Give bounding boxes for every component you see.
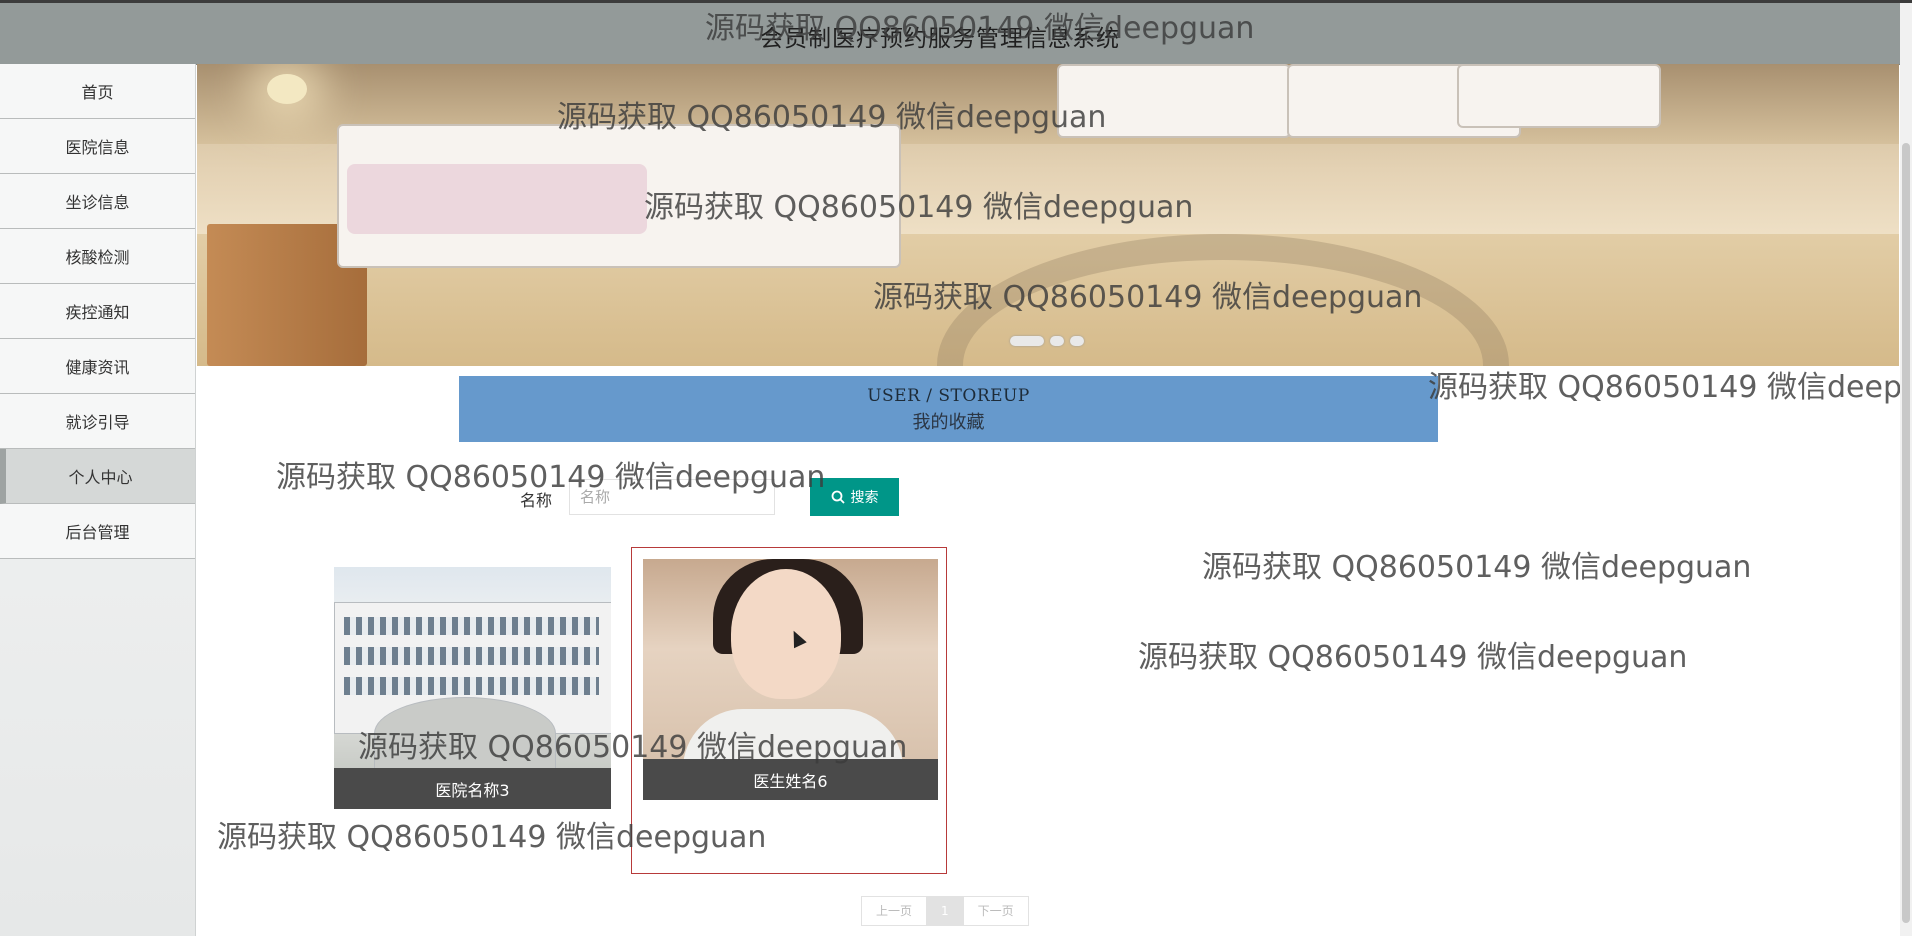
sidebar-item-hospital-info[interactable]: 医院信息: [0, 119, 195, 174]
search-button-label: 搜索: [850, 489, 879, 505]
section-title-bar: USER / STOREUP 我的收藏: [459, 376, 1438, 442]
hero-banner-carousel[interactable]: [197, 64, 1899, 366]
card-caption: 医院名称3: [334, 768, 611, 809]
watermark-text: 源码获取 QQ86050149 微信deepguan: [1138, 640, 1688, 675]
site-title: 会员制医疗预约服务管理信息系统: [760, 26, 1120, 52]
carousel-dot-1[interactable]: [1010, 336, 1044, 346]
watermark-text: 源码获取 QQ86050149 微信deepguan: [1428, 370, 1900, 405]
site-header: 会员制医疗预约服务管理信息系统: [0, 3, 1900, 65]
hospital-windows: [344, 647, 599, 665]
sidebar-item-nucleic-test[interactable]: 核酸检测: [0, 229, 195, 284]
doctor-coat: [683, 709, 903, 759]
hospital-entrance: [374, 697, 556, 768]
sidebar-item-personal-center[interactable]: 个人中心: [0, 449, 195, 504]
carousel-indicators: [1010, 336, 1084, 346]
sidebar-nav: 首页 医院信息 坐诊信息 核酸检测 疾控通知 健康资讯 就诊引导 个人中心 后台…: [0, 64, 196, 936]
favorite-card[interactable]: 医院名称3: [334, 567, 611, 809]
favorite-card[interactable]: 医生姓名6: [631, 547, 947, 874]
search-input[interactable]: [569, 479, 775, 515]
sidebar-item-admin[interactable]: 后台管理: [0, 504, 195, 559]
search-label: 名称: [520, 491, 553, 510]
scrollbar-thumb[interactable]: [1902, 143, 1910, 923]
sidebar-item-visit-guide[interactable]: 就诊引导: [0, 394, 195, 449]
sidebar-item-home[interactable]: 首页: [0, 64, 195, 119]
section-title-cn: 我的收藏: [912, 412, 985, 433]
page-scrollbar[interactable]: [1900, 3, 1912, 936]
banner-hospital-bed-4: [1457, 64, 1661, 128]
sidebar-item-cdc-notice[interactable]: 疾控通知: [0, 284, 195, 339]
section-title-en: USER / STOREUP: [867, 386, 1030, 406]
sidebar-item-clinic-schedule[interactable]: 坐诊信息: [0, 174, 195, 229]
hospital-photo: [334, 567, 611, 768]
pagination: 上一页 1 下一页: [861, 896, 1029, 926]
hospital-windows: [344, 617, 599, 635]
carousel-dot-2[interactable]: [1050, 336, 1064, 346]
doctor-photo: [643, 559, 938, 759]
search-button[interactable]: 搜索: [810, 478, 899, 516]
page-number[interactable]: 1: [926, 896, 964, 926]
sidebar-item-health-news[interactable]: 健康资讯: [0, 339, 195, 394]
next-page-button[interactable]: 下一页: [962, 896, 1029, 926]
prev-page-button[interactable]: 上一页: [861, 896, 928, 926]
doctor-face: [731, 569, 841, 699]
search-icon: [831, 490, 845, 504]
card-caption: 医生姓名6: [643, 759, 938, 800]
banner-bed-sheet: [347, 164, 647, 234]
watermark-text: 源码获取 QQ86050149 微信deepguan: [1202, 550, 1752, 585]
carousel-dot-3[interactable]: [1070, 336, 1084, 346]
hospital-windows: [344, 677, 599, 695]
banner-lamp: [267, 74, 307, 104]
banner-hospital-bed-2: [1057, 64, 1291, 138]
